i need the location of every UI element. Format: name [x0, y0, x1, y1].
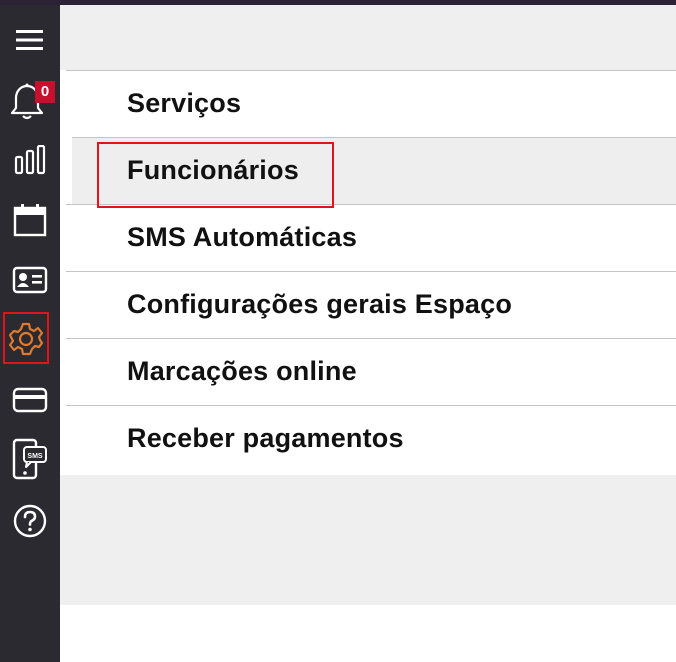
payments-button[interactable]	[0, 375, 60, 425]
payment-card-icon	[12, 387, 48, 413]
menu-item-sms-automaticas[interactable]: SMS Automáticas	[66, 204, 676, 271]
settings-menu: Serviços Funcionários SMS Automáticas Co…	[60, 70, 676, 475]
sms-icon-label: SMS	[27, 453, 43, 460]
calendar-button[interactable]	[0, 195, 60, 245]
statistics-button[interactable]	[0, 135, 60, 185]
menu-item-configuracoes-gerais[interactable]: Configurações gerais Espaço	[66, 271, 676, 338]
sms-button[interactable]: SMS	[0, 435, 60, 485]
menu-item-servicos[interactable]: Serviços	[66, 70, 676, 137]
notification-count-badge: 0	[35, 81, 55, 103]
menu-item-label: Receber pagamentos	[127, 423, 404, 453]
selected-item-highlight-box	[97, 142, 334, 208]
menu-icon[interactable]	[0, 15, 60, 65]
settings-highlight-box	[3, 312, 49, 364]
clients-button[interactable]	[0, 255, 60, 305]
menu-item-label: SMS Automáticas	[127, 222, 358, 252]
statistics-bars-icon	[14, 145, 46, 175]
help-question-icon	[13, 504, 47, 538]
menu-item-label: Configurações gerais Espaço	[127, 289, 513, 319]
help-button[interactable]	[0, 496, 60, 546]
calendar-icon	[13, 204, 47, 237]
sms-phone-icon: SMS	[12, 438, 47, 480]
menu-item-label: Marcações online	[127, 356, 357, 386]
menu-item-receber-pagamentos[interactable]: Receber pagamentos	[66, 405, 676, 475]
menu-item-label: Serviços	[127, 88, 242, 118]
main-panel: Serviços Funcionários SMS Automáticas Co…	[60, 5, 676, 605]
page-bottom-area	[60, 605, 676, 662]
client-card-icon	[12, 266, 48, 294]
notifications-button[interactable]: 0	[0, 77, 60, 127]
menu-item-marcacoes-online[interactable]: Marcações online	[66, 338, 676, 405]
